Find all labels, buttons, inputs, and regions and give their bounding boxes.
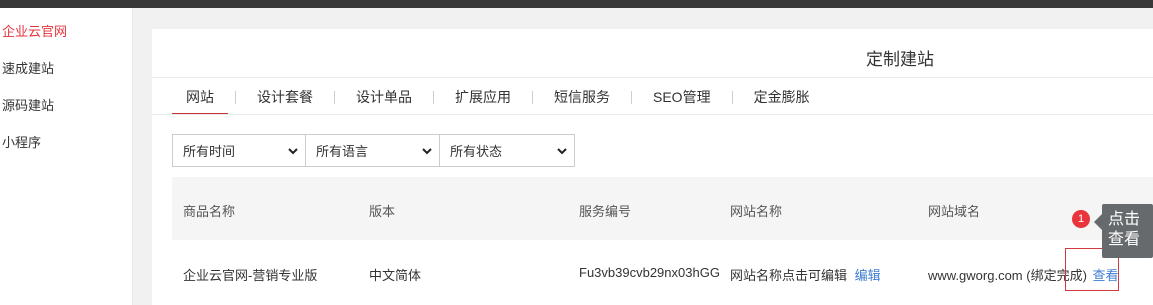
column-header-version: 版本: [369, 204, 396, 219]
tab-bar: 网站 设计套餐 设计单品 扩展应用 短信服务 SEO管理 定金膨胀: [172, 87, 824, 115]
tooltip-line-2: 查看: [1108, 231, 1141, 248]
tooltip-line-1: 点击: [1108, 211, 1141, 228]
site-name-text: 网站名称点击可编辑: [730, 268, 848, 283]
sidebar-item-enterprise-cloud-site[interactable]: 企业云官网: [2, 21, 67, 40]
tab-design-package[interactable]: 设计套餐: [243, 87, 327, 115]
time-filter-value: 所有时间: [183, 144, 236, 159]
tab-separator: [731, 91, 733, 104]
tab-separator: [433, 91, 434, 104]
divider: [152, 77, 1153, 78]
sidebar: 企业云官网 速成建站 源码建站 小程序: [0, 8, 133, 305]
sidebar-item-quick-build[interactable]: 速成建站: [2, 58, 54, 77]
table-header: 商品名称 版本 服务编号 网站名称 网站域名: [172, 177, 1153, 240]
column-header-site-name: 网站名称: [730, 204, 783, 219]
chevron-down-icon: [288, 147, 298, 154]
chevron-down-icon: [422, 147, 432, 154]
sidebar-item-mini-program[interactable]: 小程序: [2, 132, 41, 151]
status-filter-select[interactable]: 所有状态: [439, 134, 575, 167]
table-row: 企业云官网-营销专业版 中文简体 Fu3vb39cvb29nx03hGG 网站名…: [172, 240, 1153, 305]
version-cell: 中文简体: [369, 268, 422, 283]
domain-text: www.gworg.com (绑定完成): [928, 268, 1087, 283]
tab-separator: [235, 91, 236, 104]
main-panel: 定制建站 网站 设计套餐 设计单品 扩展应用 短信服务 SEO管理 定金膨胀 所…: [152, 29, 1153, 305]
sidebar-item-source-build[interactable]: 源码建站: [2, 95, 54, 114]
guide-tooltip: 点击 查看: [1102, 204, 1153, 258]
guide-step-badge: 1: [1072, 210, 1090, 228]
tab-separator: [334, 91, 335, 104]
time-filter-select[interactable]: 所有时间: [172, 134, 306, 167]
site-name-cell: 网站名称点击可编辑 编辑: [730, 265, 881, 284]
tooltip-arrow: [1094, 214, 1102, 230]
column-header-product: 商品名称: [183, 204, 236, 219]
tab-sms-service[interactable]: 短信服务: [540, 87, 624, 115]
tab-separator: [532, 91, 533, 104]
divider: [152, 114, 1153, 115]
column-header-domain: 网站域名: [928, 204, 981, 219]
tab-seo-management[interactable]: SEO管理: [639, 87, 725, 115]
column-header-service-no: 服务编号: [579, 204, 632, 219]
language-filter-value: 所有语言: [316, 144, 369, 159]
edit-link[interactable]: 编辑: [855, 268, 881, 283]
tab-design-item[interactable]: 设计单品: [342, 87, 426, 115]
language-filter-select[interactable]: 所有语言: [305, 134, 440, 167]
service-no-cell: Fu3vb39cvb29nx03hGG: [579, 265, 720, 280]
tab-extensions[interactable]: 扩展应用: [441, 87, 525, 115]
chevron-down-icon: [557, 147, 567, 154]
top-bar: [0, 0, 1153, 8]
tab-separator: [631, 91, 632, 104]
tab-website[interactable]: 网站: [172, 87, 228, 115]
page-title: 定制建站: [866, 50, 934, 69]
tab-deposit-expansion[interactable]: 定金膨胀: [740, 87, 824, 115]
status-filter-value: 所有状态: [450, 144, 503, 159]
product-cell: 企业云官网-营销专业版: [183, 268, 318, 283]
